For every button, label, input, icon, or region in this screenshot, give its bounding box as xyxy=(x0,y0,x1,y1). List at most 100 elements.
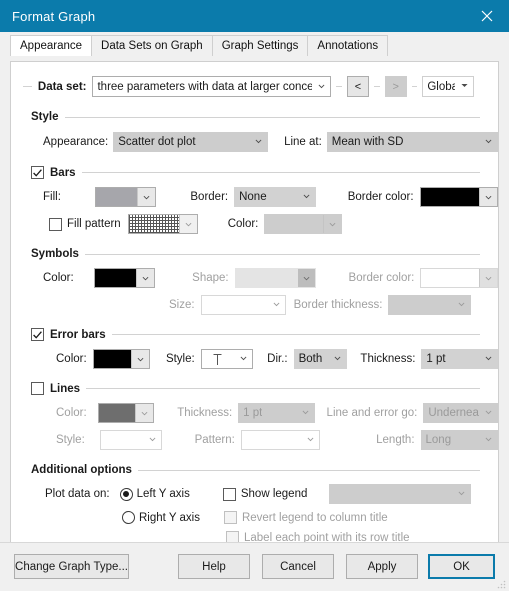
error-bars-dir-label: Dir.: xyxy=(267,353,288,365)
lines-pattern-label: Pattern: xyxy=(194,434,235,446)
help-button[interactable]: Help xyxy=(178,554,250,579)
chevron-down-icon xyxy=(461,82,468,89)
style-group-header: Style xyxy=(11,111,498,123)
pattern-color-label: Color: xyxy=(227,218,259,230)
lines-color-label: Color: xyxy=(56,407,87,419)
resize-grip-icon[interactable] xyxy=(497,580,506,589)
bars-fill-color-button[interactable] xyxy=(94,187,157,207)
error-bars-thickness-select[interactable]: 1 pt xyxy=(421,349,498,369)
tab-appearance[interactable]: Appearance xyxy=(10,35,93,56)
close-icon[interactable] xyxy=(465,0,509,32)
fill-pattern-button[interactable] xyxy=(127,214,198,234)
chevron-down-icon xyxy=(178,215,197,233)
symbols-shape-select[interactable] xyxy=(234,268,316,288)
dataset-prev-button[interactable]: < xyxy=(346,76,370,97)
radio-right-y-axis[interactable] xyxy=(122,511,135,524)
error-bars-style-select[interactable] xyxy=(200,349,254,369)
error-bars-thickness-label: Thickness: xyxy=(360,353,416,365)
symbols-border-thickness-select[interactable] xyxy=(388,295,472,315)
cancel-button[interactable]: Cancel xyxy=(262,554,334,579)
tab-annotations[interactable]: Annotations xyxy=(307,35,389,56)
lines-color-button[interactable] xyxy=(98,403,155,423)
line-and-error-go-select[interactable]: Underneath xyxy=(423,403,498,423)
chevron-down-icon xyxy=(458,490,465,497)
symbols-shape-label: Shape: xyxy=(192,272,229,284)
show-legend-checkbox[interactable] xyxy=(222,487,236,501)
symbols-border-color-button[interactable] xyxy=(420,268,498,288)
lines-thickness-select[interactable]: 1 pt xyxy=(238,403,315,423)
symbols-color-label: Color: xyxy=(43,272,74,284)
chevron-down-icon xyxy=(302,409,309,416)
error-bars-color-swatch xyxy=(93,350,131,368)
bars-fill-row: Fill: Border: None Border color: xyxy=(11,187,498,207)
chevron-down-icon xyxy=(334,355,341,362)
error-bars-thickness-value: 1 pt xyxy=(426,353,446,365)
symbols-row-1: Color: Shape: Border color: xyxy=(11,268,498,288)
pattern-color-swatch xyxy=(265,215,324,233)
lines-thickness-label: Thickness: xyxy=(177,407,233,419)
pattern-color-button[interactable] xyxy=(264,214,343,234)
chevron-down-icon xyxy=(479,188,497,206)
window-title: Format Graph xyxy=(12,8,96,24)
show-legend-label: Show legend xyxy=(240,488,308,500)
lines-pattern-select[interactable] xyxy=(240,430,321,450)
symbols-group-header: Symbols xyxy=(11,248,498,260)
chevron-down-icon xyxy=(137,188,156,206)
error-bars-color-button[interactable] xyxy=(92,349,150,369)
chevron-down-icon xyxy=(323,215,342,233)
bars-border-color-swatch xyxy=(420,188,479,206)
tab-data-sets-on-graph[interactable]: Data Sets on Graph xyxy=(91,35,213,56)
legend-select[interactable] xyxy=(329,484,472,504)
chevron-down-icon xyxy=(273,301,280,308)
bars-checkbox[interactable] xyxy=(31,166,44,179)
line-at-select[interactable]: Mean with SD xyxy=(326,132,498,152)
error-bars-color-label: Color: xyxy=(56,353,87,365)
lines-checkbox[interactable] xyxy=(31,382,44,395)
lines-style-label: Style: xyxy=(56,434,85,446)
appearance-select[interactable]: Scatter dot plot xyxy=(113,132,269,152)
chevron-down-icon xyxy=(485,138,492,145)
fill-pattern-checkbox[interactable] xyxy=(49,217,62,231)
bars-title: Bars xyxy=(50,166,76,179)
bars-fill-label: Fill: xyxy=(43,191,61,203)
bars-border-select[interactable]: None xyxy=(234,187,316,207)
lines-style-select[interactable] xyxy=(100,430,162,450)
lines-row-2: Style: Pattern: Length: Long xyxy=(11,430,498,450)
additional-options-title: Additional options xyxy=(31,464,132,476)
chevron-down-icon xyxy=(136,269,155,287)
error-bars-dir-select[interactable]: Both xyxy=(293,349,348,369)
bars-border-color-button[interactable] xyxy=(419,187,498,207)
radio-left-y-axis[interactable] xyxy=(119,487,133,501)
symbols-color-swatch xyxy=(95,269,137,287)
right-axis-row: Right Y axis Revert legend to column tit… xyxy=(11,511,498,524)
lines-length-select[interactable]: Long xyxy=(420,430,498,450)
ok-button[interactable]: OK xyxy=(428,554,495,579)
apply-button[interactable]: Apply xyxy=(346,554,418,579)
footer-bar: Change Graph Type... Help Cancel Apply O… xyxy=(0,542,509,591)
error-bar-cap-icon xyxy=(202,353,234,366)
change-graph-type-button[interactable]: Change Graph Type... xyxy=(14,554,129,579)
dataset-value: three parameters with data at larger con… xyxy=(97,80,312,93)
dataset-next-button[interactable]: > xyxy=(384,76,407,97)
symbols-border-color-swatch xyxy=(421,269,479,287)
dataset-scope-select[interactable]: Global xyxy=(422,76,474,97)
plot-data-on-label: Plot data on: xyxy=(45,488,110,500)
line-and-error-go-value: Underneath xyxy=(428,407,479,419)
symbols-color-button[interactable] xyxy=(94,268,156,288)
error-bars-dir-value: Both xyxy=(298,353,323,365)
lines-thickness-value: 1 pt xyxy=(243,407,263,419)
chevron-down-icon xyxy=(149,436,156,443)
revert-legend-checkbox[interactable] xyxy=(223,511,237,524)
tab-bar: Appearance Data Sets on Graph Graph Sett… xyxy=(0,32,509,56)
tab-graph-settings[interactable]: Graph Settings xyxy=(211,35,309,56)
error-bars-checkbox[interactable] xyxy=(31,328,44,341)
chevron-down-icon xyxy=(479,269,497,287)
symbols-size-select[interactable] xyxy=(200,295,286,315)
dataset-select[interactable]: three parameters with data at larger con… xyxy=(92,76,332,97)
chevron-down-icon xyxy=(297,269,315,287)
chevron-down-icon xyxy=(135,404,154,422)
bars-border-label: Border: xyxy=(190,191,229,203)
line-at-value: Mean with SD xyxy=(331,136,404,148)
appearance-label: Appearance: xyxy=(43,136,109,148)
symbols-size-label: Size: xyxy=(169,299,195,311)
